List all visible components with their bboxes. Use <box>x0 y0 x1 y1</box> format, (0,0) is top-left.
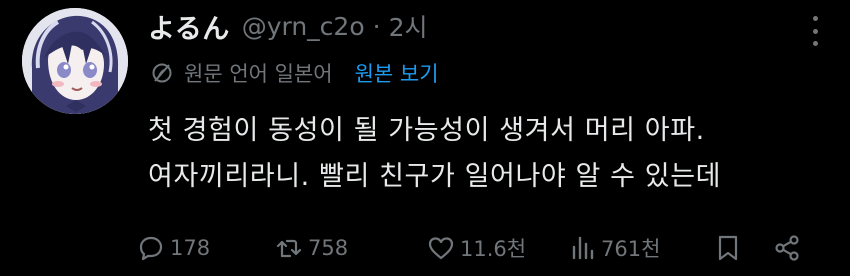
separator-dot: · <box>372 11 381 41</box>
post-body: 첫 경험이 동성이 될 가능성이 생겨서 머리 아파. 여자끼리라니. 빨리 친… <box>148 108 828 200</box>
post-text-line: 여자끼리라니. 빨리 친구가 일어나야 알 수 있는데 <box>148 161 722 192</box>
user-handle[interactable]: @yrn_c2o <box>242 12 365 41</box>
post-text-line: 첫 경험이 동성이 될 가능성이 생겨서 머리 아파. <box>148 115 705 146</box>
views-bar-chart-icon <box>572 236 594 260</box>
share-icon <box>775 235 799 261</box>
heart-icon <box>428 237 454 260</box>
repost-arrows-icon <box>276 239 302 258</box>
repost-count: 758 <box>308 236 349 260</box>
reply-count: 178 <box>170 236 211 260</box>
display-name[interactable]: よるん <box>148 7 230 46</box>
share-button[interactable] <box>772 233 806 263</box>
reply-button[interactable]: 178 <box>136 233 210 263</box>
repost-button[interactable]: 758 <box>274 233 348 263</box>
more-dots-icon <box>812 16 818 21</box>
more-options-button[interactable] <box>810 16 820 46</box>
view-count: 761천 <box>601 237 661 261</box>
post-timestamp[interactable]: 2시 <box>389 8 428 44</box>
show-original-link[interactable]: 원본 보기 <box>355 58 439 88</box>
like-count: 11.6천 <box>460 237 527 261</box>
post-header: よるん @yrn_c2o · 2시 <box>148 6 428 46</box>
reply-bubble-icon <box>139 236 163 261</box>
action-bar: 178 758 11.6천 761천 <box>136 228 826 268</box>
avatar-image <box>22 8 128 114</box>
bookmark-icon <box>718 235 738 261</box>
post: よるん @yrn_c2o · 2시 원문 언어 일본어 원본 보기 첫 경험이 … <box>0 0 850 276</box>
translation-notice: 원문 언어 일본어 원본 보기 <box>150 56 439 90</box>
bookmark-button[interactable] <box>713 233 747 263</box>
views-button[interactable]: 761천 <box>567 233 660 263</box>
avatar[interactable] <box>22 8 128 114</box>
translate-globe-icon <box>152 63 172 83</box>
like-button[interactable]: 11.6천 <box>426 233 526 263</box>
translation-source-language: 원문 언어 일본어 <box>184 62 333 86</box>
